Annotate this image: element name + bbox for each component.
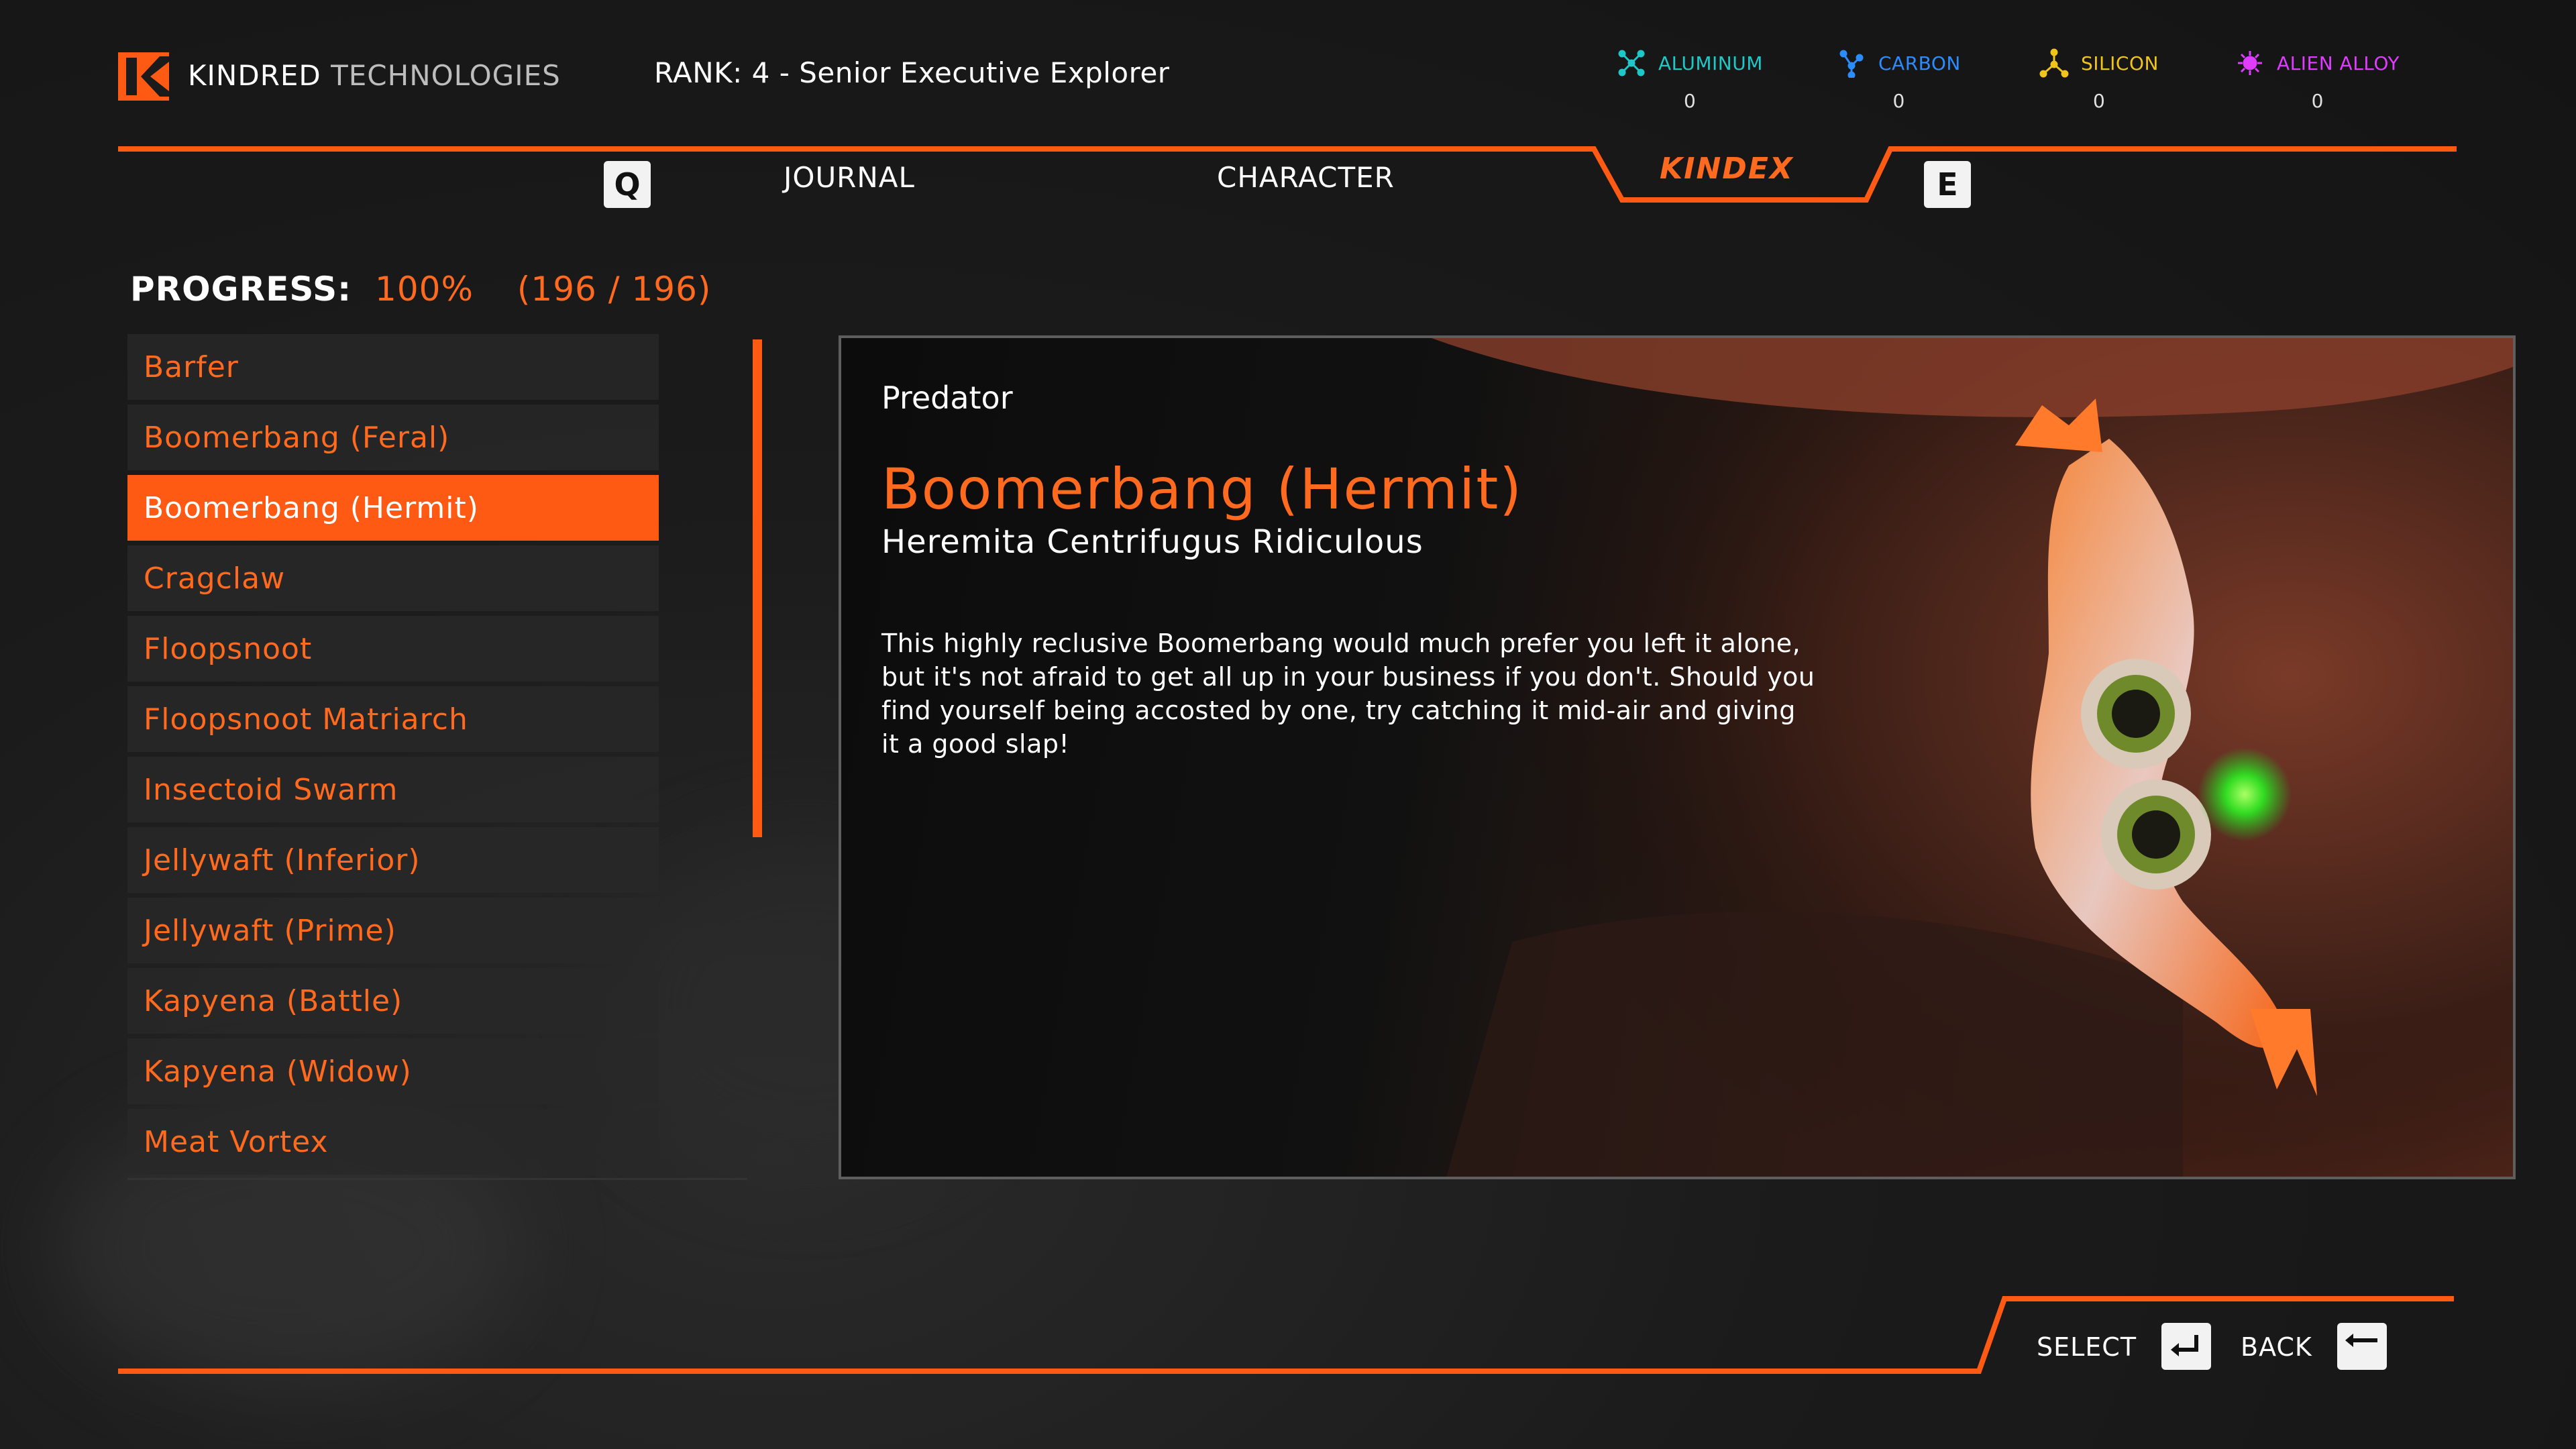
tab-character[interactable]: CHARACTER	[1217, 161, 1395, 194]
list-item-floopsnoot-matriarch[interactable]: Floopsnoot Matriarch	[127, 686, 659, 752]
tab-kindex[interactable]: KINDEX	[1660, 152, 1794, 186]
back-key-button[interactable]	[2337, 1323, 2387, 1370]
resource-carbon: CARBON 0	[1837, 48, 1961, 112]
creature-category: Predator	[881, 380, 1013, 416]
backspace-key-icon	[2345, 1334, 2377, 1347]
back-label: BACK	[2241, 1332, 2312, 1362]
list-item-floopsnoot[interactable]: Floopsnoot	[127, 616, 659, 682]
list-item-cragclaw[interactable]: Cragclaw	[127, 545, 659, 611]
prev-tab-key-q[interactable]: Q	[604, 161, 651, 208]
rank-label: RANK: 4 - Senior Executive Explorer	[654, 56, 1170, 89]
progress-summary: PROGRESS: 100% (196 / 196)	[130, 270, 711, 309]
alien-alloy-icon	[2238, 51, 2262, 75]
silicon-icon	[2039, 48, 2069, 78]
aluminum-label: ALUMINUM	[1658, 52, 1763, 74]
list-item-boomerbang-hermit[interactable]: Boomerbang (Hermit)	[127, 475, 659, 541]
silicon-value: 0	[2093, 90, 2105, 112]
aluminum-value: 0	[1684, 90, 1696, 112]
brand-secondary: TECHNOLOGIES	[331, 59, 561, 92]
brand-primary: KINDRED	[188, 59, 321, 92]
aluminum-icon	[1618, 50, 1645, 76]
silicon-label: SILICON	[2081, 52, 2159, 74]
select-label: SELECT	[2037, 1332, 2137, 1362]
carbon-label: CARBON	[1878, 52, 1961, 74]
next-tab-key-e[interactable]: E	[1924, 161, 1971, 208]
progress-count: (196 / 196)	[517, 270, 712, 309]
kindred-logo-icon	[118, 52, 169, 101]
progress-percent: 100%	[375, 270, 474, 309]
list-item-insectoid-swarm[interactable]: Insectoid Swarm	[127, 757, 659, 822]
list-item-barfer[interactable]: Barfer	[127, 334, 659, 400]
creature-detail-panel: Predator Boomerbang (Hermit) Heremita Ce…	[839, 335, 2516, 1179]
list-item-jellywaft-inferior[interactable]: Jellywaft (Inferior)	[127, 827, 659, 893]
list-item-meat-vortex[interactable]: Meat Vortex	[127, 1109, 659, 1175]
list-scrollbar[interactable]	[753, 339, 762, 837]
list-divider	[127, 1178, 747, 1180]
resource-silicon: SILICON 0	[2039, 48, 2159, 112]
select-key-button[interactable]	[2161, 1323, 2211, 1370]
creature-name: Boomerbang (Hermit)	[881, 456, 1523, 522]
carbon-icon	[1839, 50, 1864, 78]
enter-key-icon	[2171, 1335, 2198, 1356]
resource-alien-alloy: ALIEN ALLOY 0	[2235, 48, 2400, 112]
alien-alloy-value: 0	[2311, 90, 2324, 112]
alien-alloy-label: ALIEN ALLOY	[2277, 52, 2400, 74]
carbon-value: 0	[1892, 90, 1905, 112]
list-item-kapyena-widow[interactable]: Kapyena (Widow)	[127, 1038, 659, 1104]
list-item-jellywaft-prime[interactable]: Jellywaft (Prime)	[127, 898, 659, 963]
list-item-kapyena-battle[interactable]: Kapyena (Battle)	[127, 968, 659, 1034]
creature-description: This highly reclusive Boomerbang would m…	[881, 629, 1815, 759]
list-item-boomerbang-feral[interactable]: Boomerbang (Feral)	[127, 405, 659, 470]
brand-name: KINDRED TECHNOLOGIES	[188, 59, 561, 92]
resource-aluminum: ALUMINUM 0	[1617, 48, 1763, 112]
creature-list: Barfer Boomerbang (Feral) Boomerbang (He…	[127, 334, 659, 1179]
tab-journal[interactable]: JOURNAL	[784, 161, 915, 194]
progress-label: PROGRESS:	[130, 270, 352, 309]
creature-scientific-name: Heremita Centrifugus Ridiculous	[881, 523, 1424, 561]
